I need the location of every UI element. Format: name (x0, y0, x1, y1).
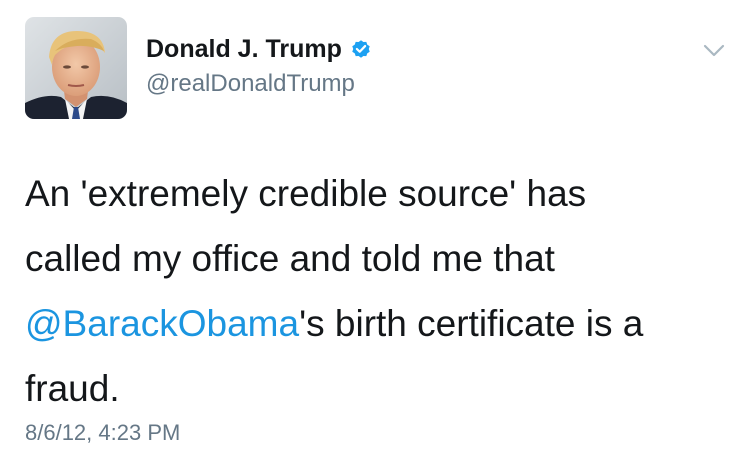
avatar[interactable] (25, 17, 127, 119)
tweet-text: An 'extremely credible source' has called… (25, 161, 725, 421)
username[interactable]: @realDonaldTrump (146, 70, 355, 98)
display-name[interactable]: Donald J. Trump (146, 35, 342, 64)
verified-badge-icon (350, 38, 372, 60)
chevron-down-icon[interactable] (701, 41, 727, 61)
timestamp[interactable]: 8/6/12, 4:23 PM (25, 420, 180, 446)
mention-link[interactable]: @BarackObama (25, 303, 299, 344)
author-row: Donald J. Trump (146, 32, 372, 66)
tweet-line-2: called my office and told me that (25, 238, 555, 279)
tweet-line-3-rest: 's birth certificate is a (299, 303, 644, 344)
tweet-line-4: fraud. (25, 368, 120, 409)
avatar-photo (25, 17, 127, 119)
tweet-line-1: An 'extremely credible source' has (25, 173, 587, 214)
